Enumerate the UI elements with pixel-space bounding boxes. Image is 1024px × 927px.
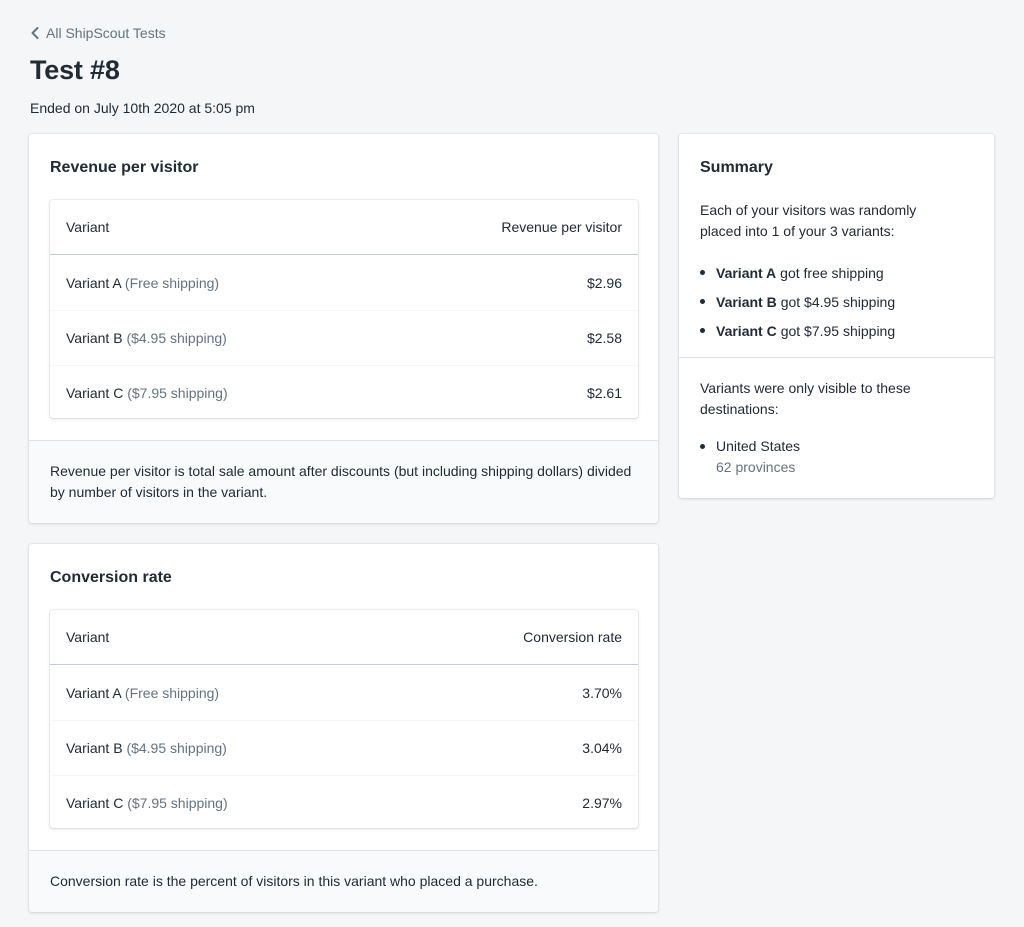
list-item: United States 62 provinces xyxy=(700,436,800,478)
value-cell: $2.58 xyxy=(586,330,622,346)
conversion-table: Variant Conversion rate Variant A (Free … xyxy=(50,610,638,828)
variant-list: Variant Agot free shipping Variant Bgot … xyxy=(700,258,895,345)
variant-cell: Variant A (Free shipping) xyxy=(66,275,219,291)
bullet-icon xyxy=(700,328,705,333)
table-row: Variant A (Free shipping) $2.96 xyxy=(50,255,638,310)
variant-description: got $7.95 shipping xyxy=(780,322,896,339)
destination-detail: 62 provinces xyxy=(716,459,796,475)
page-header: All ShipScout Tests Test #8 Ended on Jul… xyxy=(30,24,255,117)
value-cell: 2.97% xyxy=(582,795,622,811)
variant-note: (Free shipping) xyxy=(124,274,220,291)
column-header-variant: Variant xyxy=(66,629,110,645)
summary-card: Summary Each of your visitors was random… xyxy=(679,134,994,498)
table-header-row: Variant Revenue per visitor xyxy=(50,200,638,255)
variant-note: ($4.95 shipping) xyxy=(126,330,227,346)
variant-note: ($7.95 shipping) xyxy=(127,795,228,811)
column-header-value: Revenue per visitor xyxy=(501,219,622,235)
variant-note: ($4.95 shipping) xyxy=(126,740,227,756)
list-item: Variant Agot free shipping xyxy=(700,258,895,287)
variant-name: Variant C xyxy=(716,322,777,339)
destinations-description: Variants were only visible to these dest… xyxy=(700,380,911,417)
bullet-icon xyxy=(700,299,705,304)
value-cell: $2.96 xyxy=(586,274,622,291)
list-item: Variant Cgot $7.95 shipping xyxy=(700,316,895,345)
variant-description: got free shipping xyxy=(780,264,884,281)
table-row: Variant C ($7.95 shipping) $2.61 xyxy=(50,365,638,420)
bullet-icon xyxy=(700,444,705,449)
chevron-left-icon xyxy=(31,27,39,39)
variant-cell: Variant B ($4.95 shipping) xyxy=(66,740,227,756)
destination-country: United States xyxy=(716,438,801,454)
variant-name: Variant B xyxy=(66,740,123,756)
summary-description: Each of your visitors was randomly place… xyxy=(700,202,917,239)
revenue-table: Variant Revenue per visitor Variant A (F… xyxy=(50,200,638,418)
variant-name: Variant C xyxy=(66,385,124,401)
summary-title: Summary xyxy=(700,159,773,176)
variant-name: Variant A xyxy=(66,684,122,701)
value-cell: 3.70% xyxy=(582,684,622,701)
value-cell: 3.04% xyxy=(582,740,622,756)
variant-name: Variant A xyxy=(66,274,122,291)
variant-cell: Variant C ($7.95 shipping) xyxy=(66,795,228,811)
variant-note: (Free shipping) xyxy=(124,684,220,701)
table-header-row: Variant Conversion rate xyxy=(50,610,638,665)
variant-note: ($7.95 shipping) xyxy=(127,385,228,401)
page: All ShipScout Tests Test #8 Ended on Jul… xyxy=(0,0,1024,927)
revenue-card-footer: Revenue per visitor is total sale amount… xyxy=(29,440,658,523)
conversion-card-title: Conversion rate xyxy=(50,569,172,586)
table-row: Variant A (Free shipping) 3.70% xyxy=(50,665,638,720)
column-header-value: Conversion rate xyxy=(523,629,622,645)
column-header-variant: Variant xyxy=(66,219,110,235)
page-subtitle: Ended on July 10th 2020 at 5:05 pm xyxy=(30,100,255,116)
destination-list: United States 62 provinces xyxy=(700,436,800,478)
revenue-card: Revenue per visitor Variant Revenue per … xyxy=(29,134,658,523)
variant-name: Variant C xyxy=(66,795,124,811)
variant-cell: Variant C ($7.95 shipping) xyxy=(66,385,228,401)
page-title: Test #8 xyxy=(30,55,120,85)
variant-name: Variant B xyxy=(716,293,777,310)
value-cell: $2.61 xyxy=(586,385,622,401)
variant-cell: Variant A (Free shipping) xyxy=(66,685,219,701)
variant-name: Variant A xyxy=(716,264,777,281)
variant-description: got $4.95 shipping xyxy=(780,293,896,310)
variant-name: Variant B xyxy=(66,330,123,346)
bullet-icon xyxy=(700,270,705,275)
back-link-label[interactable]: All ShipScout Tests xyxy=(46,25,166,41)
list-item: Variant Bgot $4.95 shipping xyxy=(700,287,895,316)
destination: United States 62 provinces xyxy=(716,436,800,478)
revenue-card-title: Revenue per visitor xyxy=(50,159,199,176)
table-row: Variant C ($7.95 shipping) 2.97% xyxy=(50,775,638,830)
table-row: Variant B ($4.95 shipping) 3.04% xyxy=(50,720,638,775)
variant-cell: Variant B ($4.95 shipping) xyxy=(66,330,227,346)
conversion-card-footer: Conversion rate is the percent of visito… xyxy=(29,850,658,912)
conversion-card: Conversion rate Variant Conversion rate … xyxy=(29,544,658,912)
summary-section: Summary Each of your visitors was random… xyxy=(679,134,994,358)
back-link[interactable]: All ShipScout Tests xyxy=(30,24,255,42)
table-row: Variant B ($4.95 shipping) $2.58 xyxy=(50,310,638,365)
